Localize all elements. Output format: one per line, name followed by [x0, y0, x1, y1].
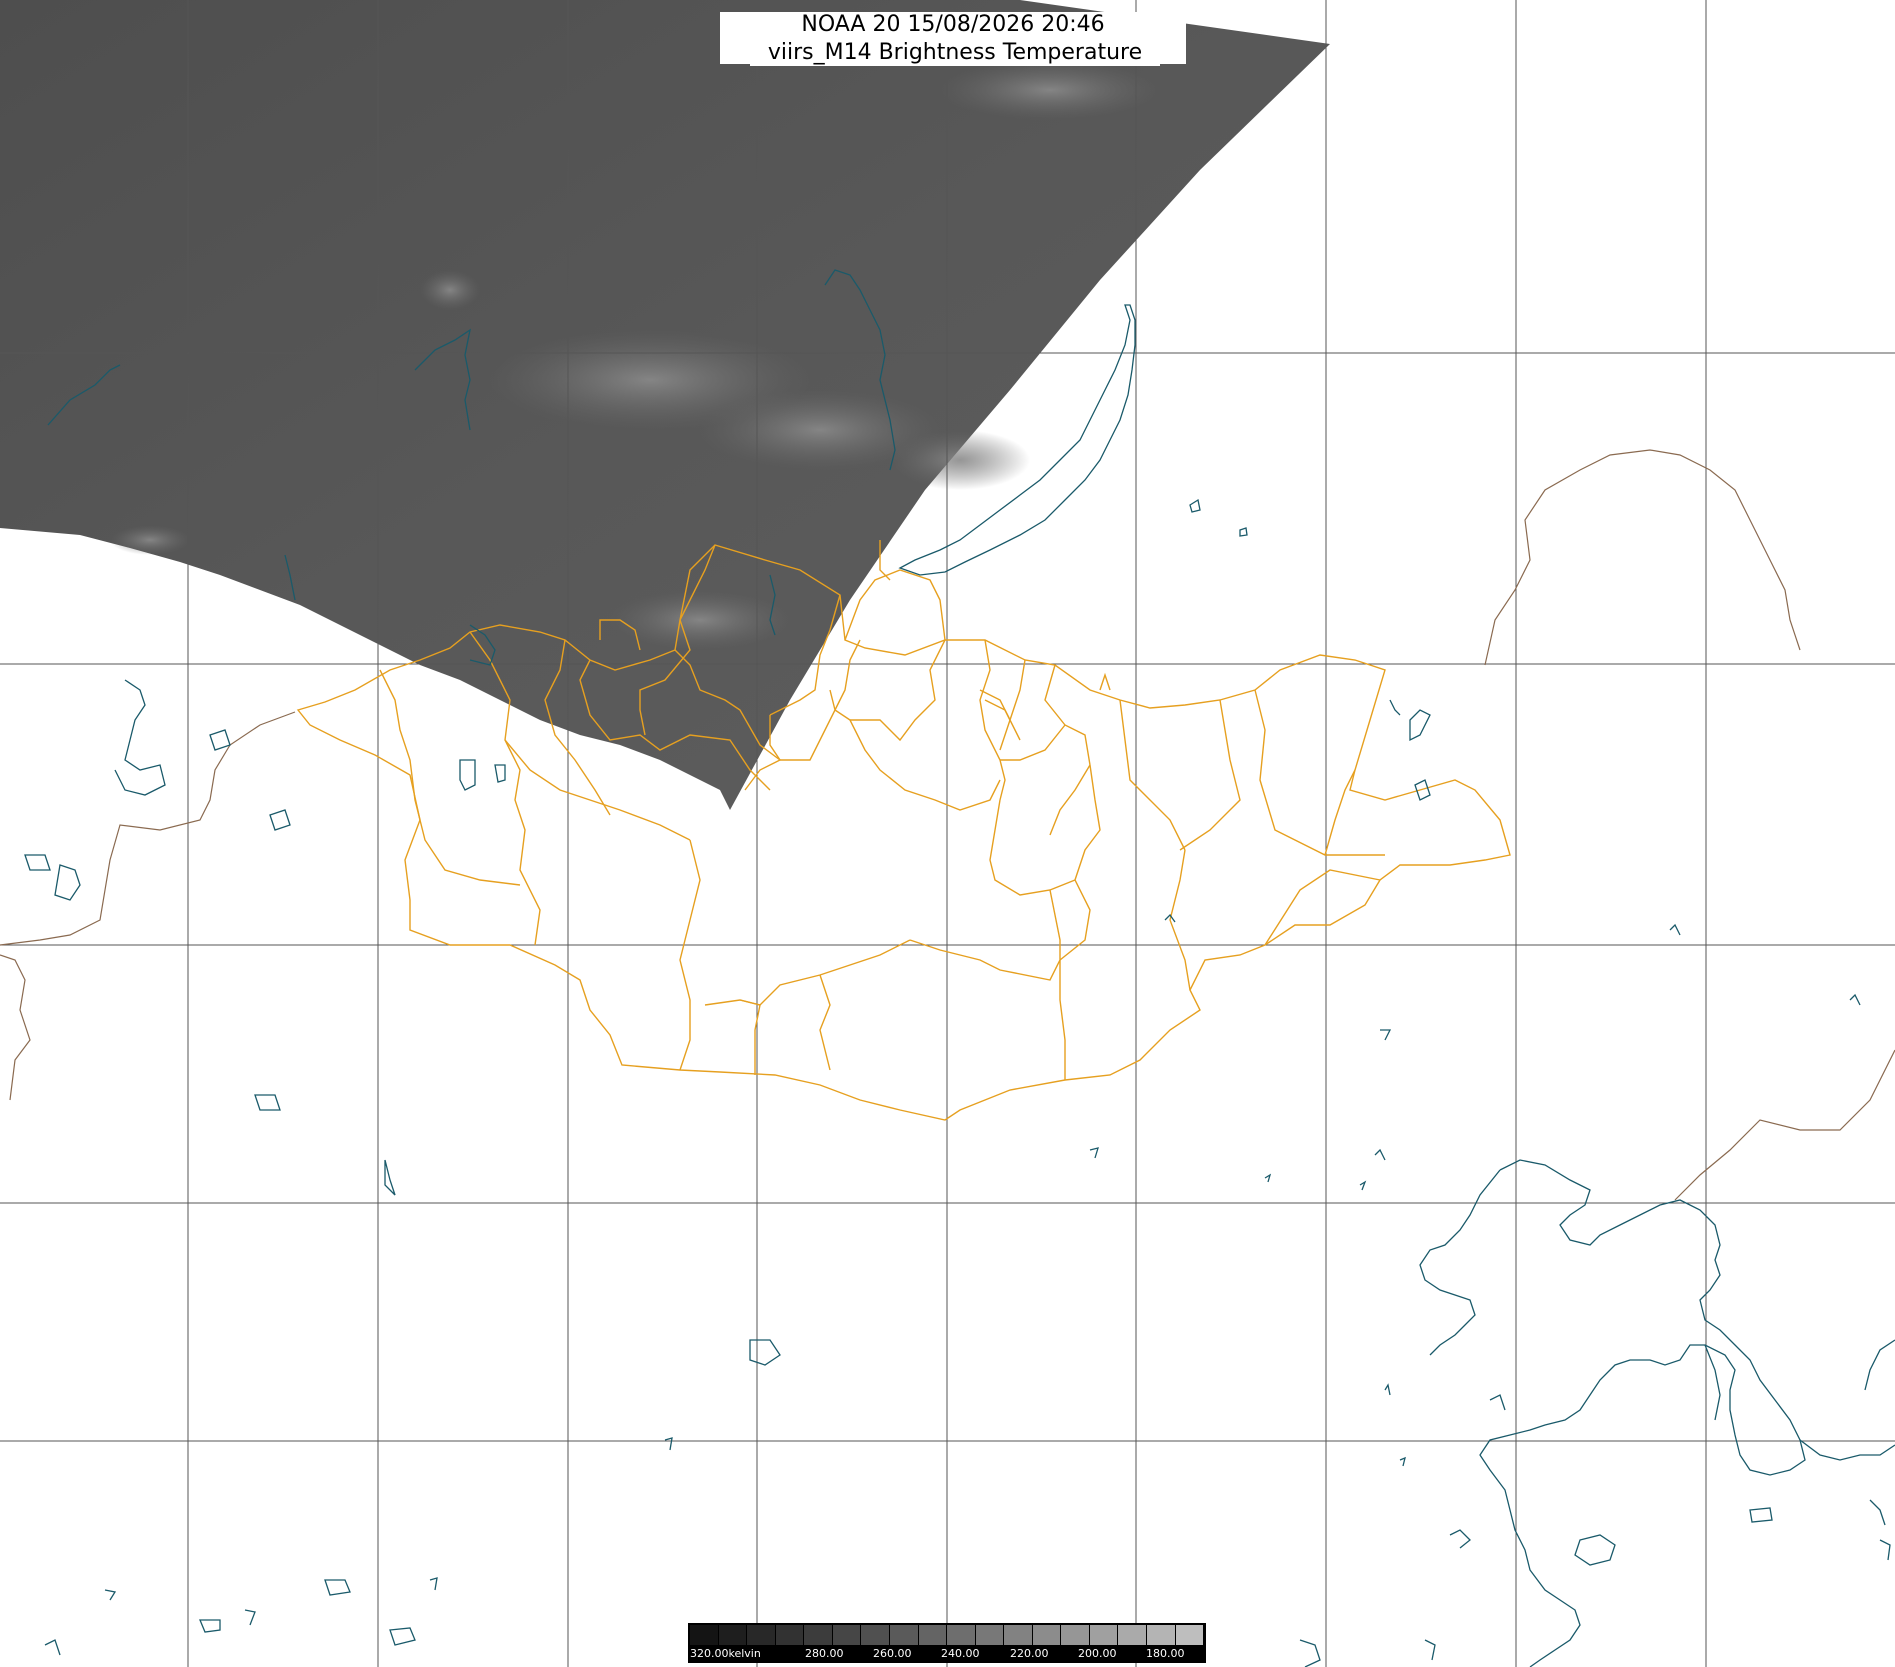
legend-label: 240.00 [941, 1647, 980, 1660]
cloud-patch [610, 590, 790, 650]
legend-label: 320.00kelvin [690, 1647, 761, 1660]
legend-color-cell [1004, 1625, 1033, 1645]
map-canvas [0, 0, 1895, 1667]
legend-color-cell [975, 1625, 1005, 1645]
east-asia-coast [1479, 1159, 1806, 1667]
legend-color-cell [1061, 1625, 1090, 1645]
legend-color-cell [775, 1625, 805, 1645]
map-subtitle: viirs_M14 Brightness Temperature [750, 40, 1160, 66]
legend-color-cell [918, 1625, 948, 1645]
legend-color-cell [889, 1625, 919, 1645]
legend-color-cell [804, 1625, 833, 1645]
cloud-patch [110, 525, 190, 555]
legend-color-cell [1147, 1625, 1176, 1645]
legend-label: 200.00 [1078, 1647, 1117, 1660]
legend-color-cell [1032, 1625, 1062, 1645]
legend-color-cell [832, 1625, 862, 1645]
legend-label: 220.00 [1010, 1647, 1049, 1660]
legend-color-cell [1118, 1625, 1147, 1645]
cloud-patch [420, 270, 480, 310]
color-scale-legend: 320.00kelvin 280.00 260.00 240.00 220.00… [688, 1623, 1206, 1663]
legend-color-cell [747, 1625, 776, 1645]
color-scale-bar [690, 1625, 1205, 1645]
color-scale-labels: 320.00kelvin 280.00 260.00 240.00 220.00… [688, 1645, 1206, 1663]
legend-color-cell [1175, 1625, 1205, 1645]
legend-label: 280.00 [805, 1647, 844, 1660]
satellite-swath [0, 0, 1330, 810]
legend-color-cell [861, 1625, 890, 1645]
legend-label: 180.00 [1146, 1647, 1185, 1660]
legend-label: 260.00 [873, 1647, 912, 1660]
legend-color-cell [718, 1625, 748, 1645]
legend-color-cell [947, 1625, 976, 1645]
legend-color-cell [690, 1625, 719, 1645]
cloud-patch [890, 430, 1030, 490]
cloud-patch [940, 60, 1160, 120]
legend-color-cell [1089, 1625, 1119, 1645]
